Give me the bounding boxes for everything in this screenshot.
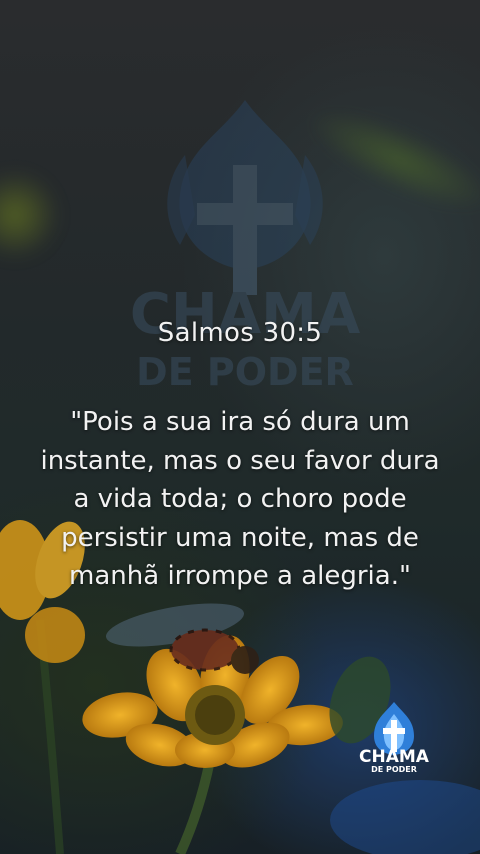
flame-cross-logo-icon: CHAMA DE PODER [359, 702, 430, 774]
verse-reference: Salmos 30:5 [157, 318, 323, 348]
logo-line2: DE PODER [371, 765, 417, 774]
logo-line1: CHAMA [359, 747, 430, 767]
blurred-leaf [0, 170, 60, 260]
watermark-line2: DE PODER [136, 350, 354, 394]
flame-cross-watermark-icon: CHAMA DE PODER [130, 100, 361, 394]
verse-text: "Pois a sua ira só dura um instante, mas… [40, 407, 440, 591]
